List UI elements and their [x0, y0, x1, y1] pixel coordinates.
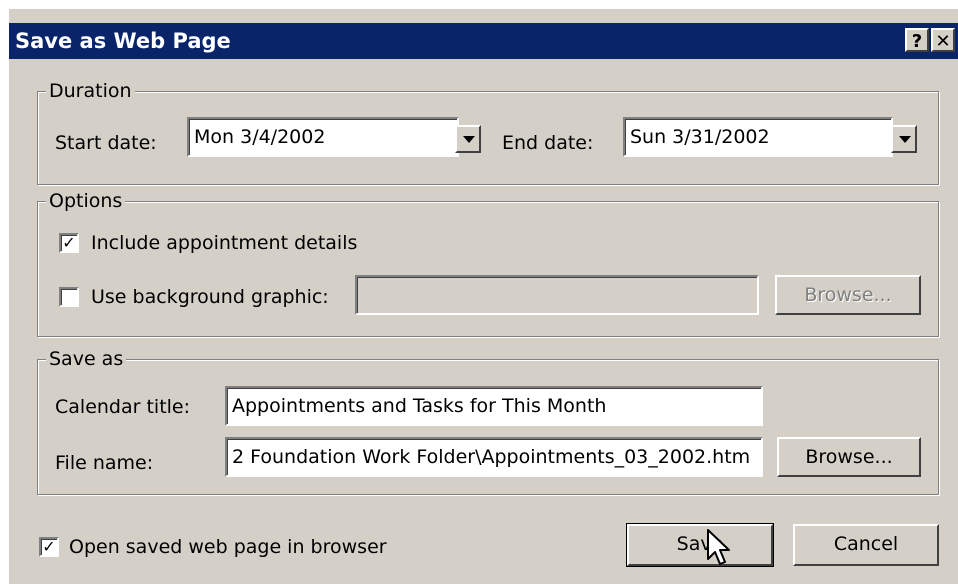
calendar-title-label: Calendar title: — [55, 396, 191, 418]
file-name-label: File name: — [55, 452, 154, 474]
start-date-label: Start date: — [55, 132, 157, 154]
file-name-input[interactable]: 2 Foundation Work Folder\Appointments_03… — [225, 437, 763, 477]
chevron-down-icon — [899, 136, 911, 143]
save-button[interactable]: Save — [626, 523, 774, 567]
include-details-label[interactable]: Include appointment details — [91, 231, 357, 255]
end-date-label: End date: — [502, 132, 594, 154]
mouse-pointer-icon — [707, 529, 730, 565]
end-date-dropdown-button[interactable] — [891, 125, 917, 153]
open-in-browser-label[interactable]: Open saved web page in browser — [69, 535, 387, 559]
save-as-web-page-dialog: Save as Web Page ? ✕ Duration Start date… — [8, 8, 958, 584]
background-graphic-label[interactable]: Use background graphic: — [91, 285, 329, 309]
chevron-down-icon — [463, 136, 475, 143]
check-icon: ✓ — [42, 537, 56, 556]
background-graphic-path-field[interactable] — [355, 275, 759, 315]
title-bar: Save as Web Page ? ✕ — [9, 23, 958, 59]
calendar-title-input[interactable]: Appointments and Tasks for This Month — [225, 386, 763, 426]
save-as-legend: Save as — [46, 347, 127, 371]
cancel-button[interactable]: Cancel — [793, 524, 939, 566]
duration-legend: Duration — [46, 79, 135, 103]
options-group: Options — [37, 189, 939, 337]
close-button[interactable]: ✕ — [931, 28, 955, 52]
start-date-field[interactable]: Mon 3/4/2002 — [187, 117, 459, 157]
options-legend: Options — [46, 189, 126, 213]
end-date-field[interactable]: Sun 3/31/2002 — [623, 117, 893, 157]
help-button[interactable]: ? — [905, 28, 929, 52]
file-name-browse-button[interactable]: Browse... — [777, 437, 921, 477]
open-in-browser-checkbox[interactable]: ✓ — [39, 537, 59, 557]
include-details-checkbox[interactable]: ✓ — [59, 233, 79, 253]
background-graphic-browse-button[interactable]: Browse... — [775, 275, 921, 315]
dialog-title: Save as Web Page — [15, 29, 231, 53]
check-icon: ✓ — [62, 233, 76, 252]
background-graphic-checkbox[interactable] — [59, 287, 79, 307]
start-date-dropdown-button[interactable] — [455, 125, 481, 153]
